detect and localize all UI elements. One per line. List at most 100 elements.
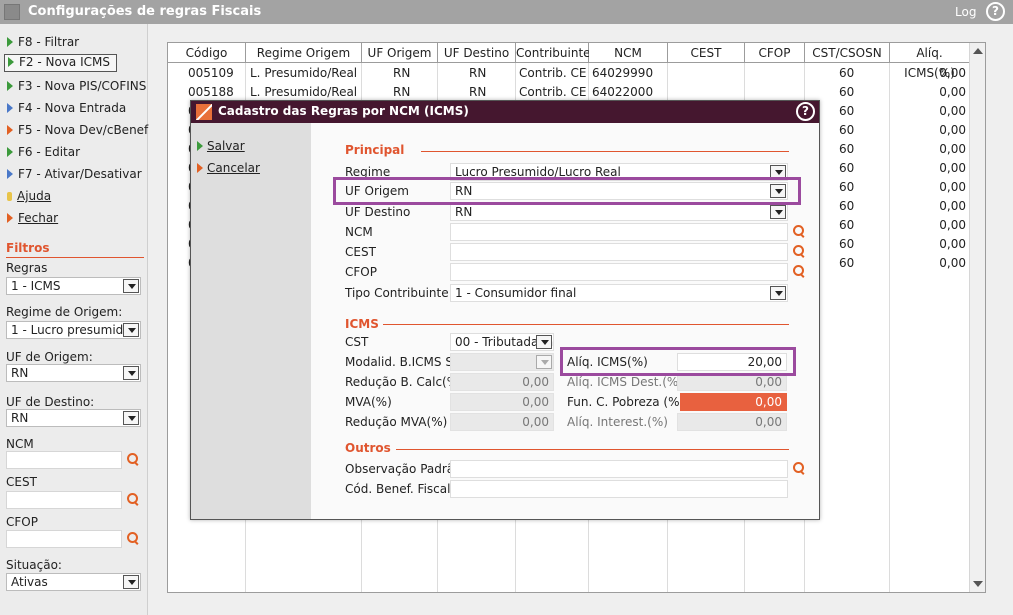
column-header[interactable]: Contribuinte xyxy=(516,43,591,63)
cell-codigo[interactable]: 005109 xyxy=(188,64,234,83)
column-header[interactable]: CST/CSOSN xyxy=(805,43,890,63)
cell-cst[interactable]: 60 xyxy=(839,254,854,273)
column-header[interactable]: UF Destino xyxy=(438,43,516,63)
mva-input[interactable]: 0,00 xyxy=(450,393,554,411)
column-header[interactable]: Regime Origem xyxy=(246,43,362,63)
cfop-input[interactable] xyxy=(6,530,122,548)
cell-cst[interactable]: 60 xyxy=(839,83,854,102)
cell-cst[interactable]: 60 xyxy=(839,178,854,197)
column-header[interactable]: NCM xyxy=(589,43,668,63)
scroll-down-icon[interactable] xyxy=(973,581,983,587)
scroll-up-icon[interactable] xyxy=(973,48,983,54)
fun-pobreza-input[interactable]: 0,00 xyxy=(680,393,787,411)
search-icon[interactable] xyxy=(127,532,140,545)
cell-aliq[interactable]: 0,00 xyxy=(890,178,966,197)
tipo-contribuinte-select[interactable]: 1 - Consumidor final xyxy=(450,284,788,302)
ativar-desativar-button[interactable]: F7 - Ativar/Desativar xyxy=(7,167,142,185)
reducao-bcalc-label: Redução B. Calc(%) xyxy=(345,375,463,389)
cell-aliq[interactable]: 0,00 xyxy=(890,121,966,140)
cell-cst[interactable]: 60 xyxy=(839,140,854,159)
search-icon[interactable] xyxy=(793,462,806,475)
cell-aliq[interactable]: 0,00 xyxy=(890,216,966,235)
tipo-contribuinte-label: Tipo Contribuinte xyxy=(345,286,449,300)
cell-aliq[interactable]: 0,00 xyxy=(890,235,966,254)
column-header[interactable]: Alíq. ICMS(%) xyxy=(890,43,970,80)
search-icon[interactable] xyxy=(793,225,806,238)
column-header[interactable]: Código xyxy=(168,43,246,63)
chevron-down-icon[interactable] xyxy=(536,355,552,369)
cell-uf-destino[interactable]: RN xyxy=(469,64,486,83)
uf-destino-select[interactable]: RN xyxy=(6,409,141,427)
cest-input[interactable] xyxy=(6,491,122,509)
cell-contribuinte[interactable]: Contrib. CE xyxy=(519,64,587,83)
reducao-bcalc-input[interactable]: 0,00 xyxy=(450,373,554,391)
modalid-select[interactable] xyxy=(450,353,554,371)
ncm-input[interactable] xyxy=(6,451,122,469)
ncm-input[interactable] xyxy=(450,223,788,241)
regras-select[interactable]: 1 - ICMS xyxy=(6,277,141,295)
column-header[interactable]: CFOP xyxy=(745,43,805,63)
cell-ncm[interactable]: 64029990 xyxy=(592,64,653,83)
cell-cst[interactable]: 60 xyxy=(839,159,854,178)
cest-input[interactable] xyxy=(450,243,788,261)
editar-button[interactable]: F6 - Editar xyxy=(7,145,80,163)
help-icon[interactable]: ? xyxy=(986,2,1005,21)
arrow-icon xyxy=(197,141,203,151)
cell-aliq[interactable]: 0,00 xyxy=(890,64,966,83)
cell-aliq[interactable]: 0,00 xyxy=(890,83,966,102)
cell-aliq[interactable]: 0,00 xyxy=(890,254,966,273)
help-icon[interactable]: ? xyxy=(796,102,815,121)
column-header[interactable]: UF Origem xyxy=(362,43,438,63)
uf-destino-select[interactable]: RN xyxy=(450,203,788,221)
chevron-down-icon[interactable] xyxy=(123,279,139,293)
ncm-label: NCM xyxy=(6,437,34,451)
cod-benef-input[interactable] xyxy=(450,480,788,498)
cell-aliq[interactable]: 0,00 xyxy=(890,140,966,159)
obs-padrao-input[interactable] xyxy=(450,460,788,478)
chevron-down-icon[interactable] xyxy=(770,205,786,219)
search-icon[interactable] xyxy=(127,453,140,466)
reducao-mva-input[interactable]: 0,00 xyxy=(450,413,554,431)
arrow-icon xyxy=(7,213,13,223)
aliq-interest-input[interactable]: 0,00 xyxy=(677,413,787,431)
cell-cst[interactable]: 60 xyxy=(839,235,854,254)
chevron-down-icon[interactable] xyxy=(123,323,139,337)
cell-cst[interactable]: 60 xyxy=(839,216,854,235)
cell-cst[interactable]: 60 xyxy=(839,197,854,216)
cell-aliq[interactable]: 0,00 xyxy=(890,197,966,216)
chevron-down-icon[interactable] xyxy=(123,411,139,425)
situacao-select[interactable]: Ativas xyxy=(6,573,141,591)
cell-aliq[interactable]: 0,00 xyxy=(890,159,966,178)
cfop-input[interactable] xyxy=(450,263,788,281)
cst-select[interactable]: 00 - Tributada integralmente xyxy=(450,333,554,351)
chevron-down-icon[interactable] xyxy=(123,575,139,589)
nova-pis-cofins-button[interactable]: F3 - Nova PIS/COFINS xyxy=(7,79,146,97)
sidebar: F8 - Filtrar F2 - Nova ICMS F3 - Nova PI… xyxy=(0,24,148,615)
salvar-button[interactable]: Salvar xyxy=(197,139,245,153)
column-header[interactable]: CEST xyxy=(668,43,745,63)
regime-origem-select[interactable]: 1 - Lucro presumido xyxy=(6,321,141,339)
cell-uf-origem[interactable]: RN xyxy=(393,64,410,83)
chevron-down-icon[interactable] xyxy=(123,366,139,380)
nova-dev-cbenef-button[interactable]: F5 - Nova Dev/cBenef xyxy=(7,123,148,141)
fechar-button[interactable]: Fechar xyxy=(7,211,58,229)
grid-scrollbar[interactable] xyxy=(969,43,985,592)
cell-aliq[interactable]: 0,00 xyxy=(890,102,966,121)
cell-cst[interactable]: 60 xyxy=(839,64,854,83)
cest-label: CEST xyxy=(345,245,376,259)
search-icon[interactable] xyxy=(793,245,806,258)
cell-cst[interactable]: 60 xyxy=(839,121,854,140)
cell-regime[interactable]: L. Presumido/Real xyxy=(250,64,357,83)
filtrar-button[interactable]: F8 - Filtrar xyxy=(7,35,79,53)
chevron-down-icon[interactable] xyxy=(536,335,552,349)
search-icon[interactable] xyxy=(127,493,140,506)
log-link[interactable]: Log xyxy=(955,5,976,19)
search-icon[interactable] xyxy=(793,265,806,278)
nova-icms-button[interactable]: F2 - Nova ICMS xyxy=(4,54,117,72)
cell-cst[interactable]: 60 xyxy=(839,102,854,121)
chevron-down-icon[interactable] xyxy=(770,286,786,300)
nova-entrada-button[interactable]: F4 - Nova Entrada xyxy=(7,101,126,119)
ajuda-button[interactable]: Ajuda xyxy=(7,189,51,207)
cancelar-button[interactable]: Cancelar xyxy=(197,161,260,175)
uf-origem-select[interactable]: RN xyxy=(6,364,141,382)
